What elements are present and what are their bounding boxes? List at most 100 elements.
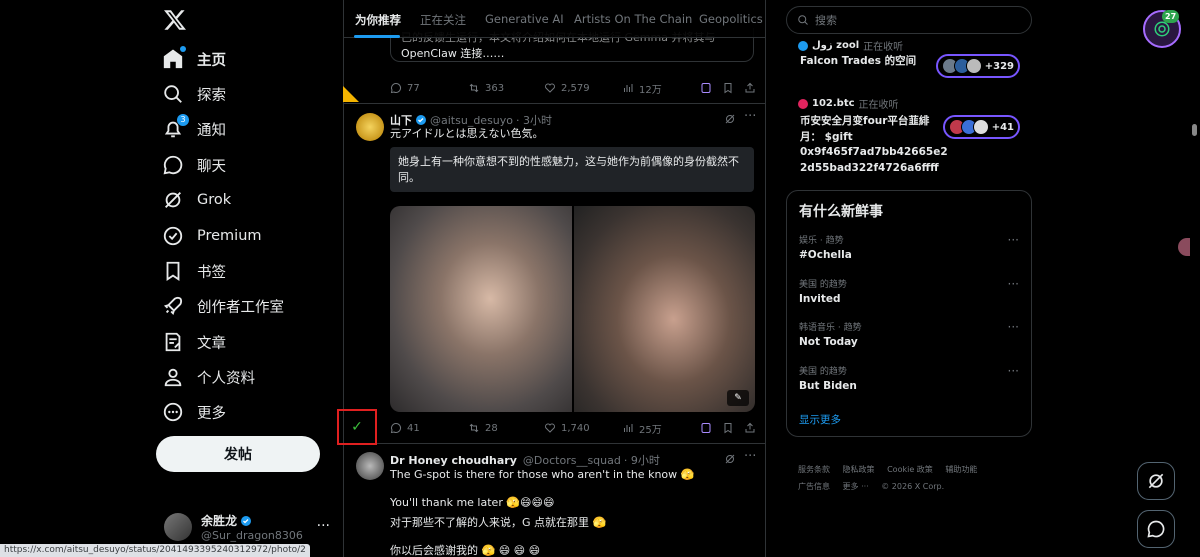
- post-time[interactable]: · 9小时: [624, 452, 660, 468]
- photo-1[interactable]: [390, 206, 572, 412]
- edit-icon[interactable]: ✎: [727, 390, 749, 406]
- tab-artists-on-the-chain[interactable]: Artists On The Chain: [574, 12, 692, 26]
- trend-item[interactable]: 美国 的趋势 But Biden ···: [799, 364, 1023, 392]
- search-input[interactable]: 搜索: [786, 6, 1032, 34]
- account-handle: @Sur_dragon8306: [201, 529, 303, 542]
- nav-articles[interactable]: 文章: [162, 327, 226, 357]
- trend-item[interactable]: 韩语音乐 · 趋势 Not Today ···: [799, 320, 1023, 348]
- share-button[interactable]: [744, 82, 761, 94]
- scrollbar-thumb[interactable]: [1192, 124, 1197, 136]
- grok-icon[interactable]: [724, 453, 736, 465]
- trend-more-icon[interactable]: ···: [1008, 277, 1019, 291]
- post-more-icon[interactable]: ···: [744, 449, 756, 464]
- nav-bookmarks[interactable]: 书签: [162, 256, 226, 286]
- article-icon: [162, 331, 184, 353]
- footer-link[interactable]: 服务条款: [798, 465, 830, 474]
- space-status: 正在收听: [858, 100, 899, 111]
- space-listener-count: +41: [991, 121, 1014, 133]
- grok-fab-button[interactable]: [1137, 462, 1175, 500]
- footer-link[interactable]: 辅助功能: [945, 465, 977, 474]
- nav-premium[interactable]: Premium: [162, 221, 262, 251]
- rocket-icon: [162, 295, 184, 317]
- author-name[interactable]: Dr Honey choudhary: [390, 454, 517, 467]
- author-handle[interactable]: @aitsu_desuyo: [430, 114, 513, 127]
- trend-category: 美国 的趋势: [799, 280, 847, 290]
- footer-link[interactable]: 广告信息: [798, 482, 830, 491]
- reply-button[interactable]: 41: [390, 422, 420, 434]
- repost-button[interactable]: 363: [468, 82, 504, 94]
- grok-post-button[interactable]: [700, 422, 717, 434]
- trend-more-icon[interactable]: ···: [1008, 364, 1019, 378]
- space-listeners-pill[interactable]: +329: [935, 54, 1020, 78]
- trend-name: Not Today: [799, 336, 858, 348]
- bookmark-button[interactable]: [722, 82, 739, 94]
- trends-panel: 有什么新鲜事 娱乐 · 趋势 #Ochella ··· 美国 的趋势 Invit…: [786, 190, 1032, 437]
- trend-item[interactable]: 美国 的趋势 Invited ···: [799, 277, 1023, 305]
- x-logo-icon[interactable]: [163, 8, 187, 32]
- avatar[interactable]: [356, 452, 384, 480]
- tab-for-you[interactable]: 为你推荐: [355, 12, 401, 28]
- share-button[interactable]: [744, 422, 761, 434]
- grok-post-button[interactable]: [700, 82, 717, 94]
- nav-explore-label: 探索: [197, 87, 226, 104]
- reply-button[interactable]: 77: [390, 82, 420, 94]
- footer-link[interactable]: Cookie 政策: [887, 465, 933, 474]
- like-button[interactable]: 1,740: [544, 422, 590, 434]
- space-title: 币安安全月变four平台韮緋 月： $gift 0x9f465f7ad7bb42…: [800, 114, 948, 176]
- nav-grok[interactable]: Grok: [162, 185, 231, 215]
- like-count: 1,740: [561, 422, 590, 434]
- views-button[interactable]: 12万: [622, 81, 662, 96]
- footer-links: 服务条款 隐私政策 Cookie 政策 辅助功能: [798, 464, 987, 475]
- notification-count-badge: 3: [177, 114, 189, 126]
- nav-chat[interactable]: 聊天: [162, 150, 226, 180]
- post-text: 元アイドルとは思えない色気。: [390, 127, 544, 140]
- grok-icon: [1148, 473, 1164, 489]
- nav-home[interactable]: 主页: [162, 44, 226, 74]
- nav-notifications-label: 通知: [197, 122, 226, 139]
- live-space-card[interactable]: زول zool 正在收听 Falcon Trades 的空间 +329: [786, 36, 1032, 86]
- avatar[interactable]: [356, 113, 384, 141]
- like-button[interactable]: 2,579: [544, 82, 590, 94]
- nav-explore[interactable]: 探索: [162, 79, 226, 109]
- nav-more[interactable]: 更多: [162, 397, 226, 427]
- trend-item[interactable]: 娱乐 · 趋势 #Ochella ···: [799, 233, 1023, 261]
- nav-profile[interactable]: 个人资料: [162, 362, 255, 392]
- photo-2[interactable]: ✎: [573, 206, 755, 412]
- reply-icon: [390, 422, 402, 434]
- page-scrollbar[interactable]: [1190, 0, 1200, 557]
- account-more-icon[interactable]: ···: [317, 518, 330, 534]
- author-handle[interactable]: @Doctors__squad: [523, 454, 621, 467]
- nav-bookmarks-label: 书签: [197, 264, 226, 281]
- share-icon: [745, 82, 755, 93]
- repost-count: 363: [485, 82, 505, 94]
- account-switcher[interactable]: 余胜龙 @Sur_dragon8306 ···: [164, 510, 334, 544]
- views-button[interactable]: 25万: [622, 421, 662, 436]
- tab-active-indicator: [354, 35, 400, 38]
- nav-profile-label: 个人资料: [197, 370, 255, 387]
- footer-link[interactable]: 隐私政策: [843, 465, 875, 474]
- post-button[interactable]: 发帖: [156, 436, 320, 472]
- grok-icon[interactable]: [724, 113, 736, 125]
- tab-geopolitics[interactable]: Geopolitics: [699, 12, 763, 26]
- bookmark-icon: [724, 83, 732, 94]
- trend-more-icon[interactable]: ···: [1008, 233, 1019, 247]
- post-media[interactable]: ✎: [390, 206, 755, 412]
- nav-creator-studio[interactable]: 创作者工作室: [162, 291, 284, 321]
- views-icon: [624, 84, 633, 92]
- heart-icon: [545, 423, 555, 433]
- tab-generative-ai[interactable]: Generative AI: [485, 12, 564, 26]
- trend-more-icon[interactable]: ···: [1008, 320, 1019, 334]
- bookmark-button[interactable]: [722, 422, 739, 434]
- nav-notifications[interactable]: 3 通知: [162, 114, 226, 144]
- share-icon: [745, 422, 755, 433]
- live-space-card[interactable]: 102.btc 正在收听 币安安全月变four平台韮緋 月： $gift 0x9…: [786, 94, 1032, 174]
- tab-following[interactable]: 正在关注: [420, 12, 466, 28]
- messages-fab-button[interactable]: [1137, 510, 1175, 548]
- space-listeners-pill[interactable]: +41: [942, 115, 1020, 139]
- trend-category: 娱乐 · 趋势: [799, 236, 844, 246]
- footer-link[interactable]: 更多 ···: [843, 482, 869, 491]
- repost-button[interactable]: 28: [468, 422, 498, 434]
- show-more-link[interactable]: 显示更多: [799, 412, 841, 427]
- translation-box: 她身上有一种你意想不到的性感魅力，这与她作为前偶像的身份截然不同。: [390, 147, 754, 192]
- post-more-icon[interactable]: ···: [744, 109, 756, 124]
